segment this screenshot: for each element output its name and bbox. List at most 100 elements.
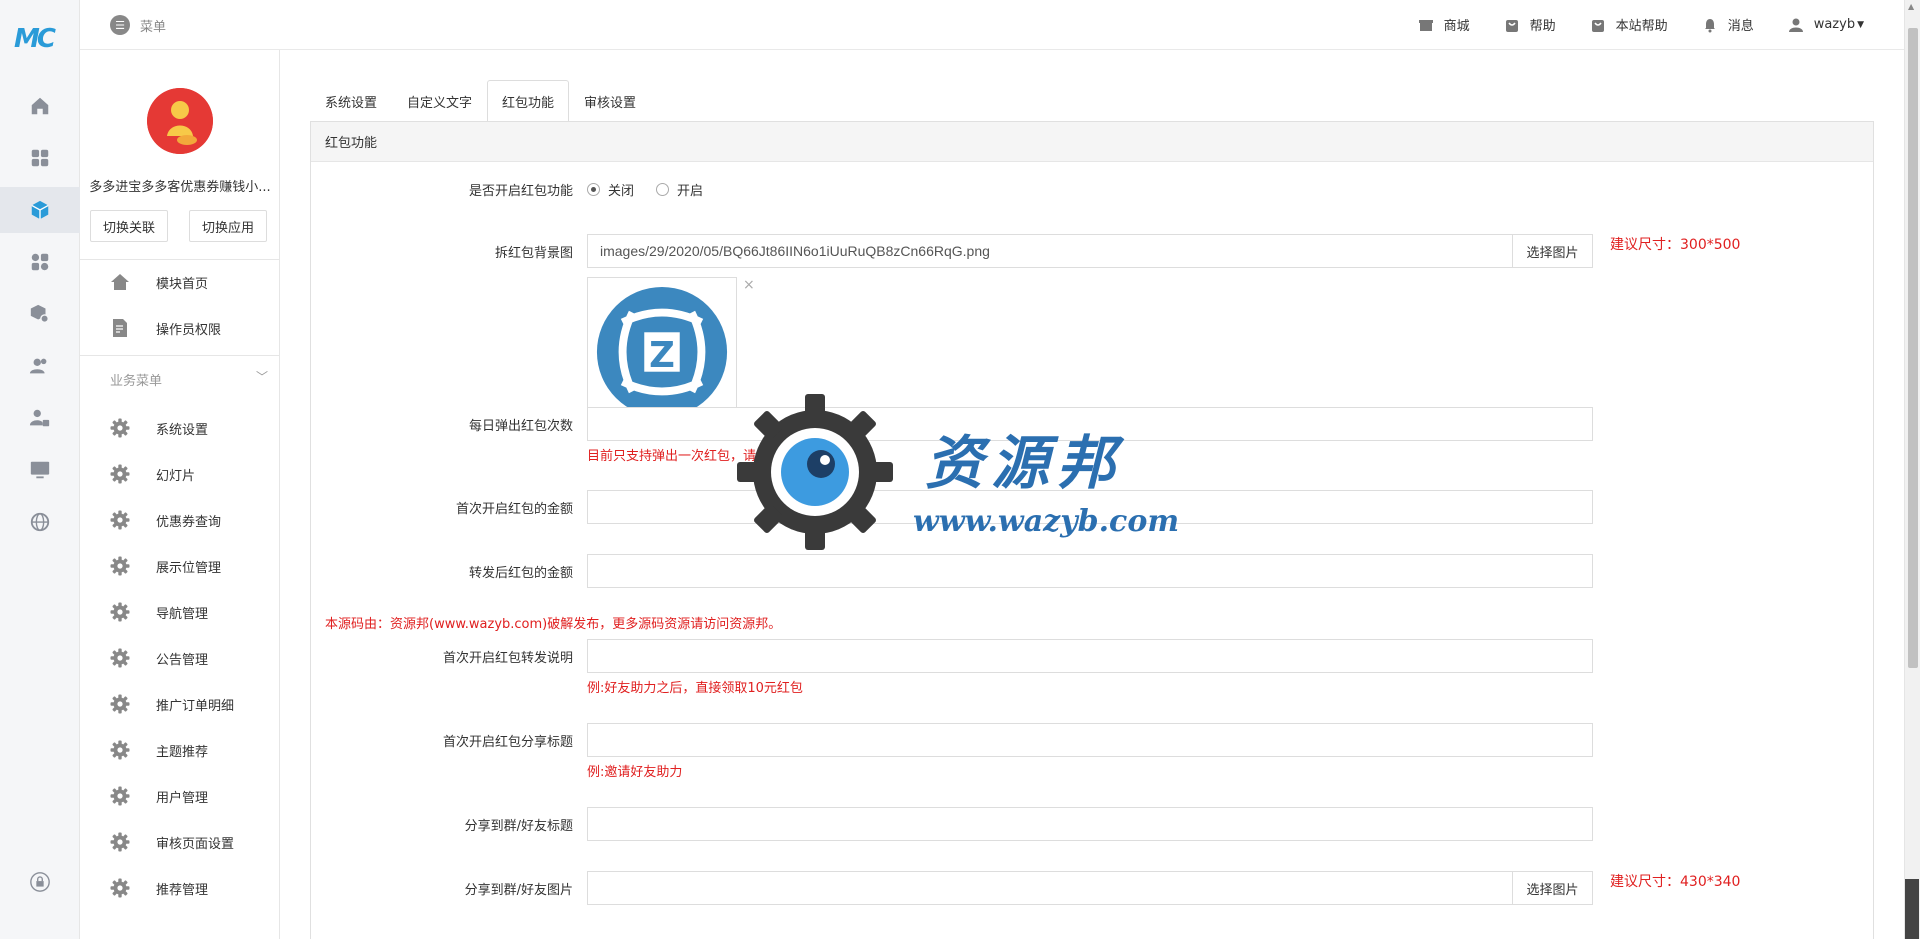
main-content: 系统设置 自定义文字 红包功能 审核设置 红包功能 是否开启红包功能 关闭 开启… <box>280 50 1904 939</box>
topnav-user[interactable]: wazyb ▼ <box>1788 15 1864 34</box>
gear-icon <box>110 464 130 484</box>
user-icon <box>1788 18 1803 32</box>
list-icon: ☰ <box>110 15 130 35</box>
tab-red-packet[interactable]: 红包功能 <box>487 80 570 122</box>
sidebar-group-item[interactable]: 主题推荐 <box>80 730 280 770</box>
gear-icon <box>110 602 130 622</box>
scroll-up-arrow-icon[interactable]: ▲ <box>1908 2 1914 11</box>
field-label: 分享到群/好友标题 <box>464 819 573 834</box>
gear-icon <box>110 786 130 806</box>
sidebar-group-item[interactable]: 公告管理 <box>80 638 280 678</box>
sidebar-item-label: 操作员权限 <box>156 322 222 338</box>
size-hint: 建议尺寸：430*340 <box>1610 874 1741 890</box>
chevron-down-icon[interactable]: ﹀ <box>256 368 268 385</box>
sidebar-group-item[interactable]: 推广订单明细 <box>80 684 280 724</box>
sidebar-item-label: 推广订单明细 <box>156 698 235 714</box>
radio-dot[interactable] <box>587 183 600 196</box>
source-notice: 本源码由：资源邦(www.wazyb.com)破解发布，更多源码资源请访问资源邦… <box>325 617 782 632</box>
package-settings-icon[interactable] <box>0 291 80 337</box>
field-hint: 目前只支持弹出一次红包，请填写 1 <box>587 449 795 464</box>
radio-dot[interactable] <box>656 183 670 196</box>
menu-toggle[interactable]: ☰ 菜单 <box>110 15 166 35</box>
icon-rail: MC <box>0 0 80 939</box>
remove-image-icon[interactable]: × <box>743 277 755 293</box>
module-cube-icon[interactable] <box>0 187 80 233</box>
apps-icon[interactable] <box>0 239 80 285</box>
gear-icon <box>110 648 130 668</box>
sidebar-item-label: 导航管理 <box>156 606 209 622</box>
topnav-label: 本站帮助 <box>1615 19 1668 34</box>
user-lock-icon[interactable] <box>0 395 80 441</box>
app-avatar <box>147 88 213 154</box>
home-icon <box>110 272 130 292</box>
top-bar: ☰ 菜单 商城 帮助 本站帮助 消息 wazyb ▼ <box>80 0 1904 50</box>
gear-icon <box>110 740 130 760</box>
daily-count-input[interactable] <box>587 407 1593 441</box>
bg-image-preview: Z <box>587 277 737 427</box>
topnav-shop[interactable]: 商城 <box>1418 15 1470 34</box>
tab-bar: 系统设置 自定义文字 红包功能 审核设置 <box>310 80 651 122</box>
forward-desc-input[interactable] <box>587 639 1593 673</box>
topnav-label: 商城 <box>1443 19 1470 34</box>
group-title-input[interactable] <box>587 807 1593 841</box>
radio-off[interactable]: 关闭 <box>587 180 634 199</box>
topnav-site-help[interactable]: 本站帮助 <box>1590 15 1668 34</box>
svg-text:Z: Z <box>649 335 675 376</box>
vertical-scrollbar[interactable]: ▲ <box>1904 0 1920 939</box>
sidebar-item-operator-permissions[interactable]: 操作员权限 <box>80 308 280 348</box>
tab-system-settings[interactable]: 系统设置 <box>310 80 392 122</box>
group-image-path-input[interactable] <box>587 871 1513 905</box>
bg-image-path-input[interactable]: images/29/2020/05/BQ66Jt86IIN6o1iUuRuQB8… <box>587 234 1513 268</box>
choose-image-button[interactable]: 选择图片 <box>1512 234 1593 268</box>
lock-icon[interactable] <box>0 859 80 905</box>
sidebar-group-item[interactable]: 用户管理 <box>80 776 280 816</box>
sidebar-group-item[interactable]: 审核页面设置 <box>80 822 280 862</box>
share-amount-input[interactable] <box>587 554 1593 588</box>
field-label: 首次开启红包分享标题 <box>442 735 573 750</box>
sidebar-item-label: 系统设置 <box>156 422 209 438</box>
group-title[interactable]: 业务菜单 <box>110 370 162 389</box>
resize-grip[interactable] <box>1905 879 1919 939</box>
field-label: 是否开启红包功能 <box>468 184 573 199</box>
sidebar-group-item[interactable]: 导航管理 <box>80 592 280 632</box>
sidebar-group-item[interactable]: 系统设置 <box>80 408 280 448</box>
sidebar-item-label: 审核页面设置 <box>156 836 235 852</box>
tab-review-settings[interactable]: 审核设置 <box>569 80 651 122</box>
first-amount-input[interactable] <box>587 490 1593 524</box>
tab-custom-text[interactable]: 自定义文字 <box>392 80 487 122</box>
share-title-input[interactable] <box>587 723 1593 757</box>
size-hint: 建议尺寸：300*500 <box>1610 237 1741 253</box>
gear-icon <box>110 878 130 898</box>
field-label: 首次开启红包的金额 <box>455 502 573 517</box>
choose-image-button[interactable]: 选择图片 <box>1512 871 1593 905</box>
topnav-label: 帮助 <box>1529 19 1556 34</box>
radio-on[interactable]: 开启 <box>656 180 703 199</box>
sidebar-group-item[interactable]: 推荐管理 <box>80 868 280 908</box>
help-bag-icon <box>1505 19 1518 32</box>
scrollbar-thumb[interactable] <box>1908 28 1918 668</box>
dashboard-icon[interactable] <box>0 135 80 181</box>
field-hint: 例:邀请好友助力 <box>587 765 683 780</box>
panel-title: 红包功能 <box>311 122 1873 162</box>
sidebar-group-item[interactable]: 幻灯片 <box>80 454 280 494</box>
switch-app-button[interactable]: 切换应用 <box>189 210 268 242</box>
settings-panel: 红包功能 是否开启红包功能 关闭 开启 拆红包背景图 images/29/202… <box>310 121 1874 939</box>
gear-icon <box>110 418 130 438</box>
sidebar-group-item[interactable]: 展示位管理 <box>80 546 280 586</box>
sidebar-group-item[interactable]: 优惠券查询 <box>80 500 280 540</box>
switch-link-button[interactable]: 切换关联 <box>90 210 169 242</box>
home-icon[interactable] <box>0 83 80 129</box>
topnav-help[interactable]: 帮助 <box>1504 15 1556 34</box>
radio-label: 开启 <box>677 184 704 199</box>
sidebar-item-label: 用户管理 <box>156 790 209 806</box>
sidebar-item-module-home[interactable]: 模块首页 <box>80 262 280 302</box>
divider <box>80 355 280 356</box>
users-icon[interactable] <box>0 343 80 389</box>
app-logo[interactable]: MC <box>14 24 56 54</box>
topnav-label: wazyb <box>1813 17 1856 32</box>
globe-icon[interactable] <box>0 499 80 545</box>
topnav-label: 消息 <box>1727 19 1754 34</box>
monitor-icon[interactable] <box>0 447 80 493</box>
topnav-messages[interactable]: 消息 <box>1702 15 1754 34</box>
divider <box>80 259 280 260</box>
